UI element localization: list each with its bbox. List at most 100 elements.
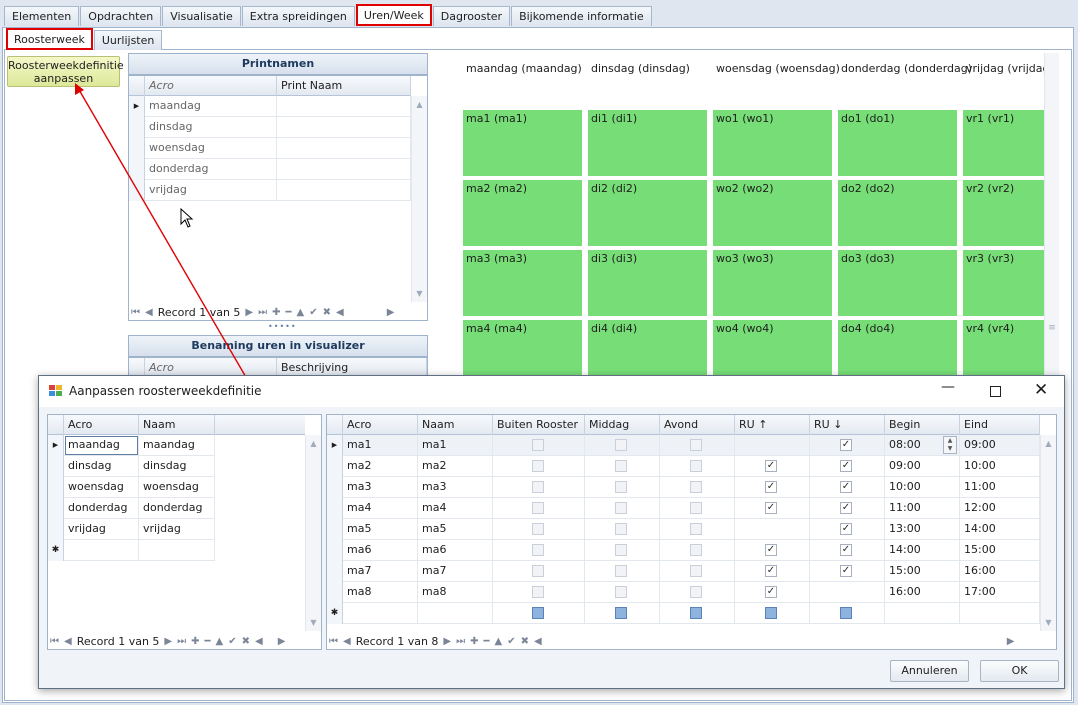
checkbox[interactable] [690,586,702,598]
save-record-icon[interactable]: ✔ [507,636,515,647]
checkbox-cell[interactable] [493,435,585,456]
next-record-icon[interactable]: ▶ [164,636,172,647]
checkbox-cell[interactable]: ✓ [810,561,885,582]
scroll-up-icon[interactable]: ▲ [306,439,321,448]
column-naam[interactable]: Naam [418,415,493,435]
acro-cell[interactable]: ma8 [343,582,418,603]
acro-cell[interactable] [343,603,418,624]
table-row[interactable]: ma4 ma4 ✓ ✓ 11:00 12:00 [327,498,1040,519]
checkbox[interactable]: ✓ [765,460,777,472]
checkbox[interactable] [532,523,544,535]
checkbox-cell[interactable] [660,477,735,498]
naam-cell[interactable]: ma4 [418,498,493,519]
begin-cell[interactable]: 14:00 [885,540,960,561]
prev-record-icon[interactable]: ◀ [343,636,351,647]
checkbox[interactable] [765,607,777,619]
new-row[interactable]: ✱ [327,603,1040,624]
naam-cell[interactable] [139,540,215,561]
acro-cell[interactable]: dinsdag [64,456,139,477]
checkbox[interactable]: ✓ [840,565,852,577]
checkbox-cell[interactable] [585,435,660,456]
checkbox[interactable]: ✓ [840,523,852,535]
checkbox-cell[interactable]: ✓ [735,456,810,477]
checkbox-cell[interactable]: ✓ [810,456,885,477]
checkbox[interactable]: ✓ [840,544,852,556]
column-begin[interactable]: Begin [885,415,960,435]
naam-cell[interactable]: maandag [139,435,215,456]
table-row[interactable]: ma6 ma6 ✓ ✓ 14:00 15:00 [327,540,1040,561]
checkbox[interactable] [532,502,544,514]
eind-cell[interactable]: 16:00 [960,561,1040,582]
checkbox-cell[interactable]: ✓ [735,498,810,519]
checkbox[interactable]: ✓ [765,586,777,598]
begin-cell[interactable]: 15:00 [885,561,960,582]
acro-cell[interactable]: ma6 [343,540,418,561]
checkbox-cell[interactable] [585,540,660,561]
table-row[interactable]: ▶ maandag maandag [48,435,215,456]
checkbox-cell[interactable] [585,582,660,603]
column-middag[interactable]: Middag [585,415,660,435]
checkbox-cell[interactable] [493,456,585,477]
minimize-icon[interactable]: — [941,379,955,395]
acro-cell[interactable]: maandag [64,435,139,456]
table-row[interactable]: ma5 ma5 ✓ 13:00 14:00 [327,519,1040,540]
table-row[interactable]: woensdag woensdag [48,477,215,498]
checkbox-cell[interactable] [585,456,660,477]
checkbox[interactable] [615,544,627,556]
eind-cell[interactable]: 09:00 [960,435,1040,456]
add-record-icon[interactable]: ✚ [191,636,199,647]
eind-cell[interactable]: 10:00 [960,456,1040,477]
scroll-right-icon[interactable]: ▶ [278,636,286,647]
days-grid-scrollbar[interactable]: ▲ ▼ [305,435,321,631]
checkbox-cell[interactable] [660,498,735,519]
checkbox[interactable] [690,607,702,619]
checkbox[interactable] [615,481,627,493]
column-eind[interactable]: Eind [960,415,1040,435]
begin-cell[interactable]: 13:00 [885,519,960,540]
checkbox[interactable]: ✓ [840,439,852,451]
checkbox-cell[interactable] [493,603,585,624]
checkbox-cell[interactable] [810,603,885,624]
checkbox[interactable] [690,523,702,535]
last-record-icon[interactable]: ⏭ [456,636,465,647]
checkbox-cell[interactable]: ✓ [810,498,885,519]
acro-cell[interactable]: ma2 [343,456,418,477]
prev-record-icon[interactable]: ◀ [64,636,72,647]
acro-cell[interactable]: vrijdag [64,519,139,540]
eind-cell[interactable]: 15:00 [960,540,1040,561]
checkbox[interactable] [532,439,544,451]
eind-cell[interactable]: 14:00 [960,519,1040,540]
column-acro[interactable]: Acro [64,415,139,435]
begin-time[interactable]: 15:00 [889,564,921,577]
maximize-icon[interactable] [990,386,1001,397]
checkbox[interactable] [532,586,544,598]
naam-cell[interactable]: donderdag [139,498,215,519]
cancel-record-icon[interactable]: ✖ [242,636,250,647]
checkbox[interactable] [532,607,544,619]
naam-cell[interactable]: ma1 [418,435,493,456]
naam-cell[interactable]: dinsdag [139,456,215,477]
checkbox[interactable] [532,565,544,577]
begin-time[interactable]: 16:00 [889,585,921,598]
begin-cell[interactable]: 10:00 [885,477,960,498]
column-ru-down[interactable]: RU ↓ [810,415,885,435]
first-record-icon[interactable]: ⏮ [50,636,59,647]
checkbox[interactable] [690,481,702,493]
begin-time[interactable]: 13:00 [889,522,921,535]
delete-record-icon[interactable]: ━ [484,636,490,647]
checkbox[interactable] [690,565,702,577]
naam-cell[interactable]: ma2 [418,456,493,477]
checkbox[interactable] [690,460,702,472]
checkbox-cell[interactable] [660,582,735,603]
table-row[interactable]: ▶ ma1 ma1 ✓ 08:00 ▲ ▼ 09:00 [327,435,1040,456]
checkbox-cell[interactable]: ✓ [810,540,885,561]
save-record-icon[interactable]: ✔ [228,636,236,647]
table-row[interactable]: ma2 ma2 ✓ ✓ 09:00 10:00 [327,456,1040,477]
checkbox-cell[interactable]: ✓ [735,477,810,498]
eind-cell[interactable] [960,603,1040,624]
checkbox-cell[interactable] [585,603,660,624]
table-row[interactable]: ma3 ma3 ✓ ✓ 10:00 11:00 [327,477,1040,498]
checkbox-cell[interactable] [660,561,735,582]
checkbox-cell[interactable]: ✓ [735,582,810,603]
table-row[interactable]: dinsdag dinsdag [48,456,215,477]
